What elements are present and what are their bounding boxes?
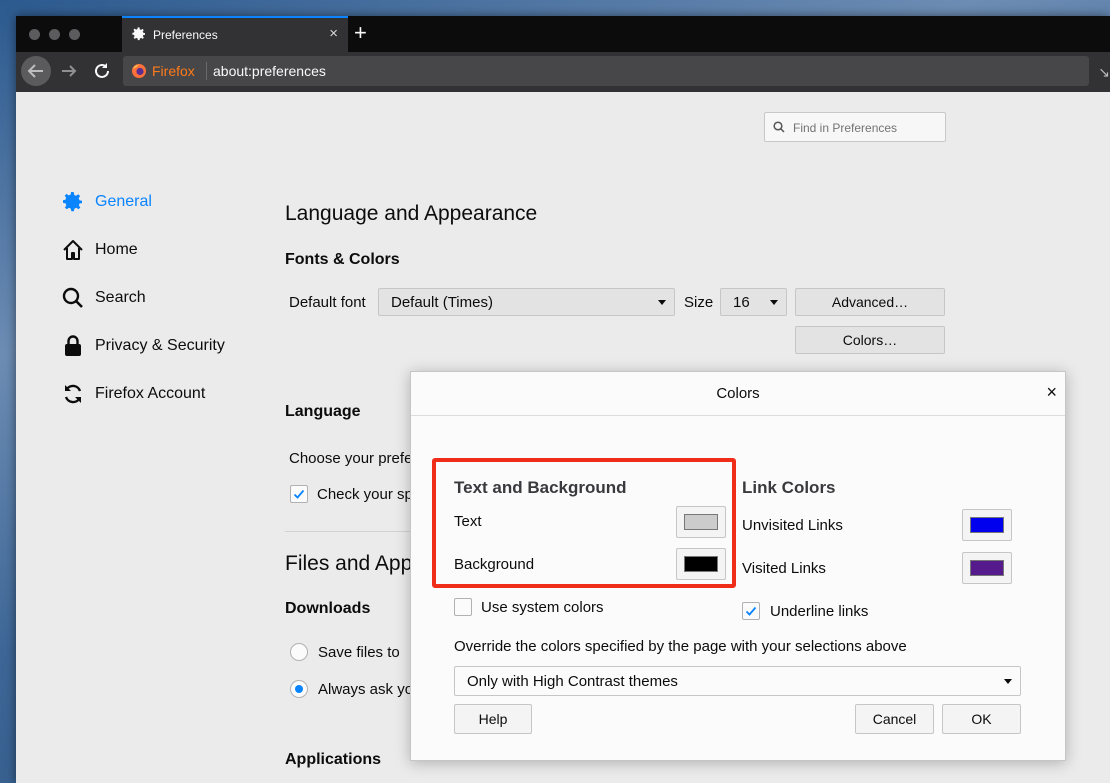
default-font-label: Default font <box>289 294 366 311</box>
sidebar-item-label: Firefox Account <box>95 385 206 402</box>
default-font-select[interactable]: Default (Times) <box>378 288 675 316</box>
background-color-picker[interactable] <box>676 548 726 580</box>
search-icon <box>62 287 83 308</box>
always-ask-radio[interactable] <box>290 680 308 698</box>
text-background-heading: Text and Background <box>454 478 627 497</box>
check-spelling-label: Check your sp <box>317 486 413 503</box>
firefox-logo-icon <box>132 64 146 78</box>
sidebar-item-general[interactable]: General <box>61 189 152 215</box>
home-icon <box>63 240 83 260</box>
unvisited-links-label: Unvisited Links <box>742 517 843 534</box>
text-color-swatch <box>684 514 718 530</box>
use-system-colors-label: Use system colors <box>481 599 604 616</box>
new-tab-button[interactable]: + <box>354 20 367 46</box>
language-description: Choose your prefe <box>289 450 413 467</box>
tab-close-button[interactable]: × <box>329 25 338 42</box>
help-button[interactable]: Help <box>454 704 532 734</box>
navigation-bar: Firefox about:preferences ↘ <box>16 52 1110 92</box>
font-size-select[interactable]: 16 <box>720 288 787 316</box>
underline-links-label: Underline links <box>770 603 869 620</box>
sidebar-item-privacy-security[interactable]: Privacy & Security <box>61 333 225 359</box>
visited-color-swatch <box>970 560 1004 576</box>
language-heading: Language <box>285 403 361 420</box>
browser-window: Preferences × + Firefox about:preference… <box>16 16 1110 783</box>
window-close-dot[interactable] <box>29 29 40 40</box>
reload-button[interactable] <box>92 61 112 81</box>
applications-heading: Applications <box>285 751 382 768</box>
sidebar-item-search[interactable]: Search <box>61 285 146 311</box>
downloads-heading: Downloads <box>285 600 371 617</box>
link-colors-heading: Link Colors <box>742 478 836 497</box>
font-size-value: 16 <box>733 294 750 311</box>
unvisited-color-swatch <box>970 517 1004 533</box>
save-files-radio[interactable] <box>290 643 308 661</box>
sync-icon <box>64 384 82 404</box>
section-heading-files-applications: Files and App <box>285 552 413 575</box>
window-minimize-dot[interactable] <box>49 29 60 40</box>
dialog-title: Colors <box>716 385 760 402</box>
text-color-label: Text <box>454 513 482 530</box>
gear-icon <box>132 27 145 41</box>
size-label: Size <box>684 294 714 311</box>
section-heading-language-appearance: Language and Appearance <box>285 202 538 225</box>
always-ask-label: Always ask yo <box>318 681 414 698</box>
find-in-preferences[interactable] <box>764 112 946 142</box>
arrow-left-icon <box>27 64 43 78</box>
visited-links-label: Visited Links <box>742 560 826 577</box>
sidebar-item-firefox-account[interactable]: Firefox Account <box>61 381 205 407</box>
chevron-down-icon <box>770 300 778 305</box>
sidebar-item-label: General <box>95 193 152 210</box>
visited-links-color-picker[interactable] <box>962 552 1012 584</box>
search-input[interactable] <box>791 117 945 139</box>
override-colors-select[interactable]: Only with High Contrast themes <box>454 666 1021 696</box>
colors-button[interactable]: Colors… <box>795 326 945 354</box>
url-separator <box>206 62 207 80</box>
advanced-button[interactable]: Advanced… <box>795 288 945 316</box>
gear-icon <box>63 192 82 212</box>
cancel-button[interactable]: Cancel <box>855 704 934 734</box>
back-button[interactable] <box>21 56 51 86</box>
tab-bar: Preferences × + <box>16 16 1110 52</box>
background-color-label: Background <box>454 556 535 573</box>
site-identity-label: Firefox <box>152 63 195 79</box>
sidebar-item-label: Home <box>95 241 138 258</box>
sidebar-item-label: Search <box>95 289 146 306</box>
ok-button[interactable]: OK <box>942 704 1021 734</box>
text-color-picker[interactable] <box>676 506 726 538</box>
tab-title: Preferences <box>153 28 218 42</box>
sidebar-item-label: Privacy & Security <box>95 337 225 354</box>
use-system-colors-checkbox[interactable] <box>454 598 472 616</box>
save-files-label: Save files to <box>318 644 400 661</box>
sidebar-item-home[interactable]: Home <box>61 237 138 263</box>
lock-icon <box>65 335 81 356</box>
preferences-page: General Home Search Privacy & Security <box>16 92 1110 783</box>
checkmark-icon <box>745 606 757 616</box>
url-bar[interactable]: Firefox about:preferences <box>123 56 1089 86</box>
check-spelling-checkbox[interactable] <box>290 485 308 503</box>
fonts-colors-heading: Fonts & Colors <box>285 251 400 268</box>
forward-button[interactable] <box>59 61 79 81</box>
search-icon <box>773 121 785 133</box>
chevron-down-icon <box>658 300 666 305</box>
default-font-value: Default (Times) <box>391 294 493 311</box>
unvisited-links-color-picker[interactable] <box>962 509 1012 541</box>
overflow-chevron-icon[interactable]: ↘ <box>1098 64 1110 81</box>
url-text[interactable]: about:preferences <box>213 63 326 79</box>
window-zoom-dot[interactable] <box>69 29 80 40</box>
background-color-swatch <box>684 556 718 572</box>
underline-links-checkbox[interactable] <box>742 602 760 620</box>
override-colors-value: Only with High Contrast themes <box>467 673 678 690</box>
tab-preferences[interactable]: Preferences × <box>122 16 348 52</box>
dialog-header: Colors × <box>411 372 1065 416</box>
chevron-down-icon <box>1004 679 1012 684</box>
checkmark-icon <box>293 489 305 499</box>
dialog-close-button[interactable]: × <box>1046 382 1057 403</box>
override-description: Override the colors specified by the pag… <box>454 638 907 655</box>
colors-dialog: Colors × Text and Background Text Backgr… <box>410 371 1066 761</box>
